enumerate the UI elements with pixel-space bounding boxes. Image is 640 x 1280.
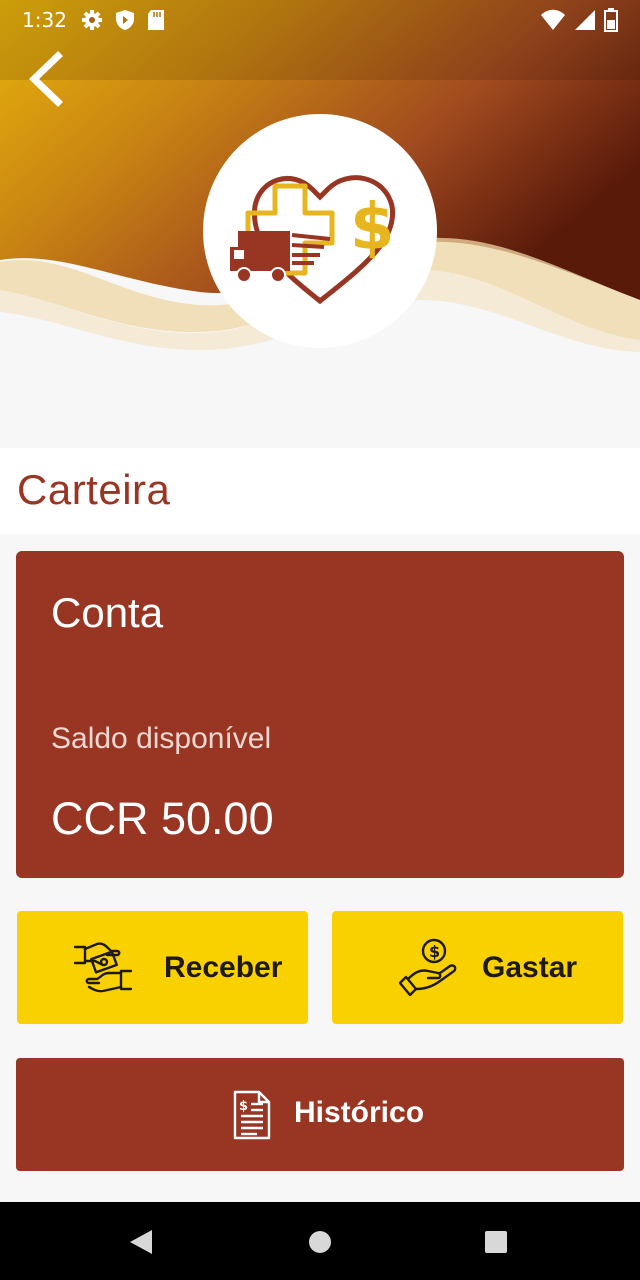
history-button[interactable]: $ Histórico [16, 1058, 624, 1171]
receive-button[interactable]: Receber [17, 911, 308, 1024]
spend-button[interactable]: $ Gastar [332, 911, 623, 1024]
status-bar: 1:32 [0, 0, 640, 40]
signal-icon [575, 10, 595, 30]
sd-card-icon [147, 10, 164, 30]
app-logo: $ [203, 114, 437, 348]
page-title: Carteira [17, 466, 171, 513]
account-name: Conta [51, 589, 164, 636]
hand-coin-icon: $ [398, 938, 457, 997]
account-card: Conta Saldo disponível CCR 50.00 [16, 551, 624, 878]
receive-label: Receber [164, 951, 283, 984]
svg-text:$: $ [429, 942, 440, 961]
svg-text:$: $ [239, 1099, 248, 1114]
wallet-screen: $ 1:32 Carteira Conta Saldo disponível C… [0, 0, 640, 1280]
back-triangle-icon[interactable] [128, 1228, 154, 1256]
shield-icon [115, 10, 134, 30]
balance-value: CCR 50.00 [51, 793, 274, 844]
truck-cross-heart-dollar-logo: $ [230, 175, 396, 305]
balance-label: Saldo disponível [51, 722, 272, 755]
wifi-icon [541, 9, 565, 30]
battery-icon [604, 8, 618, 32]
gear-icon [81, 10, 102, 30]
history-label: Histórico [294, 1096, 425, 1129]
back-button[interactable] [22, 48, 72, 110]
recents-square-icon[interactable] [484, 1230, 508, 1254]
hands-exchange-money-icon [73, 942, 133, 993]
home-circle-icon[interactable] [308, 1230, 332, 1254]
status-time: 1:32 [22, 8, 67, 32]
chevron-left-icon [28, 51, 63, 107]
header-banner: $ [0, 0, 640, 448]
system-navigation-bar [0, 1202, 640, 1280]
svg-text:$: $ [350, 191, 395, 265]
document-dollar-icon: $ [233, 1090, 271, 1140]
spend-label: Gastar [482, 951, 578, 984]
